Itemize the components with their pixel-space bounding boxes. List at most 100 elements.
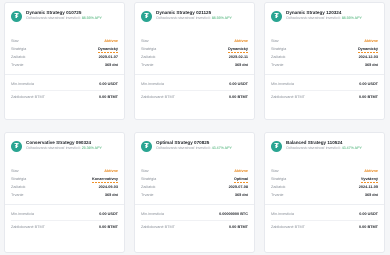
strategy-value: Dynamický (227, 47, 249, 53)
start-date: 2024-11-05 (358, 185, 378, 189)
card-header: ₮ Dynamic Strategy 120324 Odhadovaná náv… (265, 3, 384, 29)
details: Stav Aktívne Stratégia Konzervatívny Začia… (5, 159, 124, 199)
start-row: Začiatok 2025-01-07 (11, 55, 118, 59)
min-investment-row: Min.investícia 0.00 USDT (11, 82, 118, 86)
earned-row: Zabllokované BTMT 0.00 BTMT (11, 95, 118, 99)
earned-row: Zabllokované BTMT 0.00 BTMT (11, 225, 118, 229)
amounts: Min.investícia 0.00 USDT Zabllokované BTM… (265, 205, 384, 233)
apy-text: Odhadovaná návratnosť investícií: 88.55%… (26, 16, 102, 20)
status-badge: Aktívne (364, 39, 378, 43)
min-investment-row: Min.investícia 0.00 USDT (141, 82, 248, 86)
tether-icon: ₮ (141, 11, 152, 22)
strategy-card[interactable]: ₮ Dynamic Strategy 120324 Odhadovaná náv… (264, 2, 385, 120)
card-header: ₮ Dynamic Strategy 021125 Odhadovaná náv… (135, 3, 254, 29)
min-investment-row: Min.investícia 0.00 USDT (271, 212, 378, 216)
strategy-card[interactable]: ₮ Optimal Strategy 070825 Odhadovaná náv… (134, 132, 255, 253)
status-row: Stav Aktívne (271, 39, 378, 43)
details: Stav Aktívne Stratégia Dynamický Začiatok 2… (5, 29, 124, 69)
start-row: Začiatok 2025-07-08 (141, 185, 248, 189)
details: Stav Aktívne Stratégia Optimal Začiatok 202… (135, 159, 254, 199)
strategy-row: Stratégia Konzervatívny (11, 177, 118, 183)
apy-text: Odhadovaná návratnosť investícií: 25.36%… (26, 146, 102, 150)
status-row: Stav Aktívne (141, 169, 248, 173)
amounts: Min.investícia 0.00 USDT Zabllokované BTM… (5, 205, 124, 233)
start-row: Začiatok 2025-02-11 (141, 55, 248, 59)
min-investment-value: 0.00 USDT (229, 82, 248, 86)
status-row: Stav Aktívne (271, 169, 378, 173)
tether-icon: ₮ (11, 141, 22, 152)
amounts: Min.investícia 0.00 USDT Zabllokované BTM… (5, 75, 124, 103)
amounts: Min.investícia 0.00000000 BTC Zabllokovan… (135, 205, 254, 233)
strategy-row: Stratégia Vyvážený (271, 177, 379, 183)
earned-value: 0.00 BTMT (99, 95, 118, 99)
start-date: 2025-07-08 (228, 185, 248, 189)
strategy-card[interactable]: ₮ Dynamic Strategy 010725 Odhadovaná náv… (4, 2, 125, 120)
strategy-value: Dynamický (357, 47, 379, 53)
card-header: ₮ Conservative Strategy 090324 Odhadovan… (5, 133, 124, 159)
strategy-value: Konzervatívny (92, 177, 118, 183)
start-date: 2025-01-07 (98, 55, 118, 59)
amounts: Min.investícia 0.00 USDT Zabllokované BTM… (265, 75, 384, 103)
card-header: ₮ Optimal Strategy 070825 Odhadovaná náv… (135, 133, 254, 159)
strategy-row: Stratégia Dynamický (11, 47, 119, 53)
duration-row: Trvanie 365 dní (271, 193, 378, 197)
duration-row: Trvanie 365 dní (141, 63, 248, 67)
min-investment-row: Min.investícia 0.00 USDT (271, 82, 378, 86)
start-row: Začiatok 2024-09-03 (11, 185, 118, 189)
strategy-value: Vyvážený (360, 177, 379, 183)
strategy-value: Dynamický (97, 47, 119, 53)
duration-value: 365 dní (234, 63, 248, 67)
strategy-row: Stratégia Dynamický (141, 47, 249, 53)
amounts: Min.investícia 0.00 USDT Zabllokované BTM… (135, 75, 254, 103)
apy-text: Odhadovaná návratnosť investícií: 43.47%… (286, 146, 362, 150)
strategy-card[interactable]: ₮ Conservative Strategy 090324 Odhadovan… (4, 132, 125, 253)
strategy-card[interactable]: ₮ Balanced Strategy 110524 Odhadovaná ná… (264, 132, 385, 253)
strategy-row: Stratégia Optimal (141, 177, 249, 183)
earned-row: Zabllokované BTMT 0.00 BTMT (271, 95, 378, 99)
tether-icon: ₮ (271, 141, 282, 152)
earned-value: 0.00 BTMT (229, 95, 248, 99)
card-header: ₮ Balanced Strategy 110524 Odhadovaná ná… (265, 133, 384, 159)
duration-value: 365 dní (104, 193, 118, 197)
status-badge: Aktívne (234, 169, 248, 173)
tether-icon: ₮ (271, 11, 282, 22)
duration-value: 365 dní (364, 193, 378, 197)
status-badge: Aktívne (104, 169, 118, 173)
min-investment-row: Min.investícia 0.00000000 BTC (141, 212, 248, 216)
duration-value: 365 dní (104, 63, 118, 67)
strategy-grid: ₮ Dynamic Strategy 010725 Odhadovaná náv… (0, 0, 390, 255)
min-investment-value: 0.00 USDT (99, 82, 118, 86)
status-row: Stav Aktívne (11, 39, 118, 43)
apy-text: Odhadovaná návratnosť investícií: 88.55%… (286, 16, 362, 20)
duration-row: Trvanie 365 dní (11, 193, 118, 197)
earned-value: 0.00 BTMT (359, 225, 378, 229)
details: Stav Aktívne Stratégia Vyvážený Začiatok 20… (265, 159, 384, 199)
card-header: ₮ Dynamic Strategy 010725 Odhadovaná náv… (5, 3, 124, 29)
earned-row: Zabllokované BTMT 0.00 BTMT (141, 225, 248, 229)
strategy-row: Stratégia Dynamický (271, 47, 379, 53)
earned-value: 0.00 BTMT (359, 95, 378, 99)
status-row: Stav Aktívne (11, 169, 118, 173)
min-investment-value: 0.00000000 BTC (219, 212, 248, 216)
min-investment-value: 0.00 USDT (99, 212, 118, 216)
status-badge: Aktívne (364, 169, 378, 173)
duration-value: 365 dní (234, 193, 248, 197)
status-badge: Aktívne (104, 39, 118, 43)
min-investment-value: 0.00 USDT (359, 82, 378, 86)
start-date: 2024-09-03 (98, 185, 118, 189)
duration-row: Trvanie 365 dní (11, 63, 118, 67)
earned-value: 0.00 BTMT (229, 225, 248, 229)
duration-row: Trvanie 365 dní (141, 193, 248, 197)
strategy-card[interactable]: ₮ Dynamic Strategy 021125 Odhadovaná náv… (134, 2, 255, 120)
tether-icon: ₮ (141, 141, 152, 152)
start-row: Začiatok 2024-11-05 (271, 185, 378, 189)
apy-text: Odhadovaná návratnosť investícií: 43.47%… (156, 146, 232, 150)
apy-text: Odhadovaná návratnosť investícií: 88.55%… (156, 16, 232, 20)
status-row: Stav Aktívne (141, 39, 248, 43)
duration-value: 365 dní (364, 63, 378, 67)
details: Stav Aktívne Stratégia Dynamický Začiatok 2… (265, 29, 384, 69)
start-date: 2024-12-03 (358, 55, 378, 59)
duration-row: Trvanie 365 dní (271, 63, 378, 67)
strategy-value: Optimal (233, 177, 249, 183)
details: Stav Aktívne Stratégia Dynamický Začiatok 2… (135, 29, 254, 69)
